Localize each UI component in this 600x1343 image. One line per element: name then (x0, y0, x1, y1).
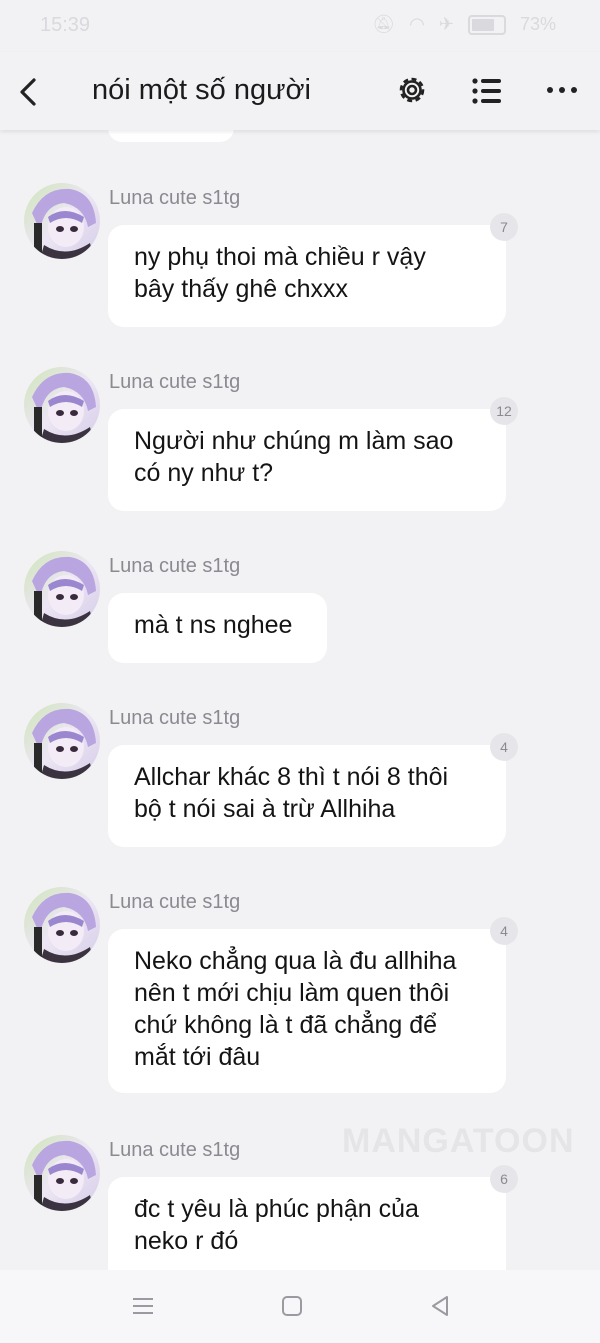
avatar[interactable] (24, 887, 100, 963)
message-text: mắt tới đâu (134, 1043, 261, 1071)
page-title: nói một số người (92, 74, 311, 106)
gear-icon[interactable] (394, 72, 430, 108)
like-count-badge[interactable]: 12 (490, 397, 518, 425)
avatar[interactable] (24, 183, 100, 259)
sender-name: Luna cute s1tg (109, 891, 241, 913)
message-text: đc t yêu là phúc phận của (134, 1195, 419, 1223)
message-text: mà t ns nghee (134, 611, 293, 639)
menu-icon[interactable] (131, 1294, 155, 1318)
home-icon[interactable] (280, 1294, 304, 1318)
sender-name: Luna cute s1tg (109, 371, 241, 393)
list-icon[interactable] (470, 74, 504, 108)
message-text: Allchar khác 8 thì t nói 8 thôi (134, 763, 449, 791)
more-icon[interactable] (544, 78, 580, 102)
sender-name: Luna cute s1tg (109, 555, 241, 577)
message-text: neko r đó (134, 1227, 239, 1255)
back-icon[interactable] (428, 1294, 452, 1318)
system-nav-bar (0, 1270, 600, 1343)
like-count-badge[interactable]: 4 (490, 733, 518, 761)
airplane-icon: ✈ (438, 14, 454, 34)
message-text: bây thấy ghê chxxx (134, 275, 349, 303)
message-text: có ny như t? (134, 459, 274, 487)
avatar[interactable] (24, 367, 100, 443)
wifi-icon: ◠ (409, 14, 425, 34)
avatar[interactable] (24, 551, 100, 627)
sender-name: Luna cute s1tg (109, 707, 241, 729)
message-text: nên t mới chịu làm quen thôi (134, 979, 450, 1007)
sender-name: Luna cute s1tg (109, 1139, 241, 1161)
message-text: ny phụ thoi mà chiều r vậy (134, 243, 426, 271)
message-bubble[interactable]: Allchar khác 8 thì t nói 8 thôi bộ t nói… (108, 745, 506, 847)
battery-icon (467, 14, 506, 35)
battery-percent: 73% (519, 14, 556, 34)
like-count-badge[interactable]: 4 (490, 917, 518, 945)
avatar[interactable] (24, 703, 100, 779)
mute-icon: 🔕︎ (372, 14, 396, 34)
message-text: Người như chúng m làm sao (134, 427, 454, 455)
message-bubble[interactable]: ny phụ thoi mà chiều r vậy bây thấy ghê … (108, 225, 506, 327)
watermark: MANGATOON (342, 1122, 575, 1160)
like-count-badge[interactable]: 7 (490, 213, 518, 241)
message-bubble[interactable]: Neko chẳng qua là đu allhiha nên t mới c… (108, 929, 506, 1093)
like-count-badge[interactable]: 6 (490, 1165, 518, 1193)
message-text: bộ t nói sai à trừ Allhiha (134, 795, 396, 823)
back-arrow-icon[interactable] (14, 72, 46, 112)
status-bar: 15:39 🔕︎ ◠ ✈ 73% (0, 0, 600, 52)
status-icons: 🔕︎ ◠ ✈ 73% (372, 14, 556, 35)
message-text: Neko chẳng qua là đu allhiha (134, 947, 457, 975)
message-bubble[interactable]: mà t ns nghee (108, 593, 327, 663)
sender-name: Luna cute s1tg (109, 187, 241, 209)
top-app-bar: nói một số người (0, 52, 600, 130)
message-text: chứ không là t đã chẳng để (134, 1011, 438, 1039)
avatar[interactable] (24, 1135, 100, 1211)
message-bubble[interactable]: Người như chúng m làm sao có ny như t? (108, 409, 506, 511)
status-time: 15:39 (40, 14, 91, 36)
